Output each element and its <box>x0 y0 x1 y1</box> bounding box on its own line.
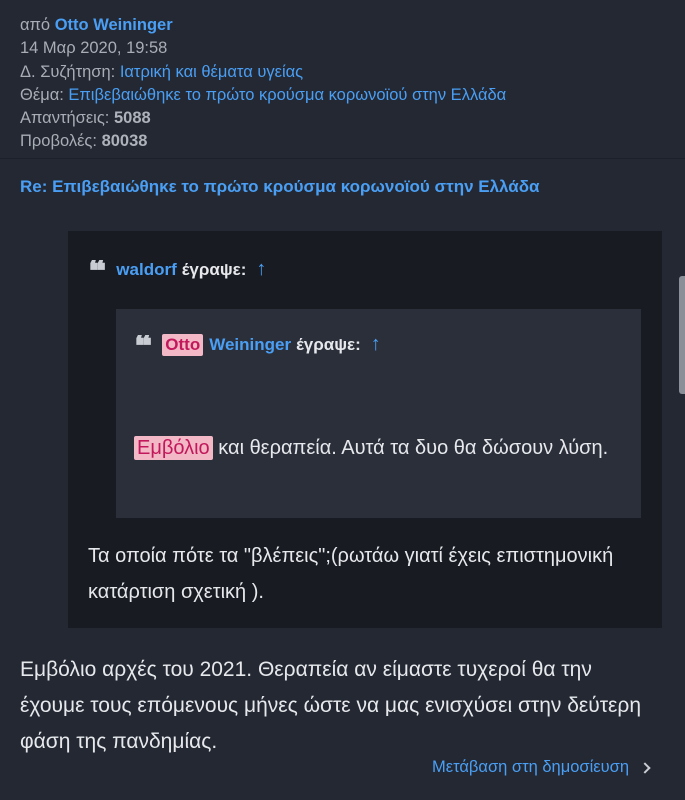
post-title-link[interactable]: Re: Επιβεβαιώθηκε το πρώτο κρούσμα κορων… <box>20 177 540 197</box>
outer-quote-header: ❝ waldorf έγραψε: ↑ <box>88 258 266 281</box>
outer-quote-user-link[interactable]: waldorf <box>116 260 176 280</box>
author-row: από Otto Weininger <box>20 14 506 37</box>
author-link[interactable]: Otto Weininger <box>55 16 173 34</box>
views-label: Προβολές: <box>20 132 97 151</box>
search-highlight: Εμβόλιο <box>134 436 213 460</box>
topic-row: Θέμα: Επιβεβαιώθηκε το πρώτο κρούσμα κορ… <box>20 84 506 107</box>
forum-row: Δ. Συζήτηση: Ιατρική και θέματα υγείας <box>20 61 506 84</box>
quote-icon: ❝ <box>134 334 153 355</box>
from-prefix: από <box>20 16 51 34</box>
post-meta: από Otto Weininger 14 Μαρ 2020, 19:58 Δ.… <box>20 14 506 154</box>
inner-quote-user-link[interactable]: Weininger <box>209 335 291 355</box>
divider <box>0 158 685 159</box>
replies-row: Απαντήσεις: 5088 <box>20 107 506 130</box>
inner-quote-text: Εμβόλιο και θεραπεία. Αυτά τα δυο θα δώσ… <box>134 430 624 466</box>
post-date: 14 Μαρ 2020, 19:58 <box>20 39 168 58</box>
outer-quote-block: ❝ waldorf έγραψε: ↑ ❝ Otto Weininger έγρ… <box>68 231 662 628</box>
chevron-right-icon[interactable] <box>639 761 651 774</box>
search-result-page: από Otto Weininger 14 Μαρ 2020, 19:58 Δ.… <box>0 0 685 800</box>
forum-label: Δ. Συζήτηση: <box>20 62 116 81</box>
replies-count: 5088 <box>113 109 151 128</box>
up-arrow-icon[interactable]: ↑ <box>371 333 381 356</box>
inner-quote-rest: και θεραπεία. Αυτά τα δυο θα δώσουν λύση… <box>212 437 609 459</box>
replies-label: Απαντήσεις: <box>20 109 110 128</box>
inner-quote-block: ❝ Otto Weininger έγραψε: ↑ Εμβόλιο και θ… <box>116 309 641 518</box>
inner-quote-user-first-highlight[interactable]: Otto <box>162 333 204 356</box>
topic-link[interactable]: Επιβεβαιώθηκε το πρώτο κρούσμα κορωνοϊού… <box>68 86 506 104</box>
up-arrow-icon[interactable]: ↑ <box>256 258 266 281</box>
outer-quote-wrote: έγραψε: <box>181 259 247 279</box>
views-row: Προβολές: 80038 <box>20 130 506 153</box>
inner-quote-wrote: έγραψε: <box>296 334 361 354</box>
post-body: Εμβόλιο αρχές του 2021. Θεραπεία αν είμα… <box>20 658 642 753</box>
forum-link[interactable]: Ιατρική και θέματα υγείας <box>120 63 303 81</box>
outer-quote-text: Τα οποία πότε τα "βλέπεις";(ρωτάω γιατί … <box>88 545 614 603</box>
scrollbar-handle[interactable] <box>679 276 685 394</box>
topic-label: Θέμα: <box>20 85 64 104</box>
views-count: 80038 <box>101 132 148 151</box>
quote-icon: ❝ <box>88 259 107 280</box>
go-to-post-label[interactable]: Μετάβαση στη δημοσίευση <box>432 758 629 777</box>
go-to-post-link[interactable]: Μετάβαση στη δημοσίευση <box>432 758 651 777</box>
inner-quote-header: ❝ Otto Weininger έγραψε: ↑ <box>134 333 381 356</box>
